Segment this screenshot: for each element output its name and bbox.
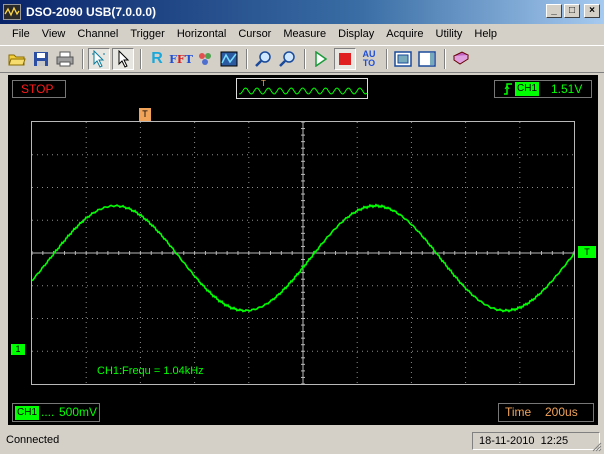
menu-horizontal[interactable]: Horizontal — [171, 25, 233, 43]
run-button[interactable] — [310, 48, 332, 70]
run-state-indicator: STOP — [12, 80, 66, 98]
run-icon — [315, 51, 328, 67]
fullscreen-button[interactable] — [392, 48, 414, 70]
menu-view[interactable]: View — [36, 25, 72, 43]
volts-value: 500mV — [59, 405, 98, 419]
trigger-info: CH1 1.51V — [494, 80, 592, 98]
reference-button[interactable]: R — [146, 48, 168, 70]
date-time-panel: 18-11-2010 12:25 — [472, 432, 600, 450]
toolbar-separator — [304, 49, 306, 69]
save-icon — [34, 52, 48, 66]
preview-waveform: T — [238, 79, 368, 95]
volts-channel-tag: CH1 — [15, 406, 40, 420]
waveform — [32, 203, 574, 313]
cursor-select-icon — [92, 50, 105, 68]
reference-icon: R — [151, 50, 163, 67]
zoom-out-button[interactable] — [276, 48, 298, 70]
panel-button[interactable] — [416, 48, 438, 70]
book-icon — [453, 51, 470, 65]
time-label: Time — [505, 405, 532, 419]
title-bar: DSO-2090 USB(7.0.0.0) _ □ × — [0, 0, 604, 24]
scope-status-top: STOP T CH1 1.51V — [8, 75, 598, 103]
cursor-select-button[interactable] — [88, 48, 110, 70]
status-date: 18-11-2010 — [479, 435, 535, 447]
ch1-trace — [32, 203, 574, 313]
time-per-div: Time 200us — [498, 403, 594, 422]
panel-icon — [418, 51, 436, 67]
toolbar-separator — [140, 49, 142, 69]
fft-icon: FFT — [169, 52, 193, 66]
menu-display[interactable]: Display — [332, 25, 380, 43]
auto-set-icon: AU TO — [362, 49, 376, 68]
pointer-icon — [118, 50, 130, 68]
menu-cursor[interactable]: Cursor — [232, 25, 277, 43]
menu-bar: File View Channel Trigger Horizontal Cur… — [0, 24, 604, 44]
open-button[interactable] — [6, 48, 28, 70]
stop-icon — [339, 53, 351, 65]
trigger-position-marker[interactable]: T — [139, 108, 151, 121]
menu-file[interactable]: File — [6, 25, 36, 43]
open-icon — [8, 54, 26, 66]
time-value: 200us — [545, 405, 578, 419]
fullscreen-icon — [394, 51, 412, 67]
help-book-button[interactable] — [450, 48, 472, 70]
menu-channel[interactable]: Channel — [71, 25, 124, 43]
color-palette-button[interactable] — [194, 48, 216, 70]
minimize-button[interactable]: _ — [546, 4, 562, 18]
stop-button[interactable] — [334, 48, 356, 70]
svg-text:T: T — [261, 79, 266, 88]
maximize-button[interactable]: □ — [564, 4, 580, 18]
frequency-readout: CH1:Frequ = 1.04kHz — [97, 365, 204, 377]
waveform-button[interactable] — [218, 48, 240, 70]
ch1-offset-marker[interactable]: 1 — [11, 344, 25, 355]
scope-display[interactable]: STOP T CH1 1.51V T 1 T CH1:Frequ = 1.04k… — [8, 75, 598, 425]
auto-set-button[interactable]: AU TO — [358, 48, 380, 70]
trigger-position-preview: T — [236, 78, 368, 99]
pointer-button[interactable] — [112, 48, 134, 70]
print-button[interactable] — [54, 48, 76, 70]
status-bar: Connected 18-11-2010 12:25 — [0, 430, 604, 454]
close-button[interactable]: × — [584, 4, 600, 18]
volts-per-div: CH1 .... 500mV — [12, 403, 100, 422]
coupling-symbol: .... — [41, 405, 55, 419]
menu-measure[interactable]: Measure — [277, 25, 332, 43]
menu-acquire[interactable]: Acquire — [380, 25, 429, 43]
color-palette-icon — [199, 53, 211, 65]
scope-status-bottom: CH1 .... 500mV Time 200us — [8, 400, 598, 425]
window-title: DSO-2090 USB(7.0.0.0) — [26, 5, 157, 19]
rising-edge-icon — [504, 83, 512, 95]
menu-utility[interactable]: Utility — [430, 25, 469, 43]
save-button[interactable] — [30, 48, 52, 70]
connection-status: Connected — [6, 434, 60, 446]
toolbar-separator — [82, 49, 84, 69]
trigger-level-value: 1.51V — [551, 82, 583, 96]
fft-button[interactable]: FFT — [169, 48, 193, 70]
zoom-in-button[interactable] — [252, 48, 274, 70]
toolbar-separator — [386, 49, 388, 69]
toolbar-separator — [246, 49, 248, 69]
waveform-icon — [220, 51, 238, 67]
graticule — [31, 121, 575, 385]
print-icon — [56, 51, 74, 67]
trigger-level-marker[interactable]: T — [578, 246, 596, 258]
app-icon[interactable] — [3, 4, 21, 20]
status-time: 12:25 — [540, 435, 569, 447]
menu-trigger[interactable]: Trigger — [124, 25, 170, 43]
toolbar-separator — [444, 49, 446, 69]
trigger-channel-tag: CH1 — [515, 82, 540, 96]
menu-help[interactable]: Help — [468, 25, 503, 43]
zoom-in-icon — [255, 51, 271, 67]
toolbar: R FFT AU TO — [0, 45, 604, 73]
zoom-out-icon — [279, 51, 295, 67]
resize-grip-icon[interactable] — [590, 440, 602, 452]
